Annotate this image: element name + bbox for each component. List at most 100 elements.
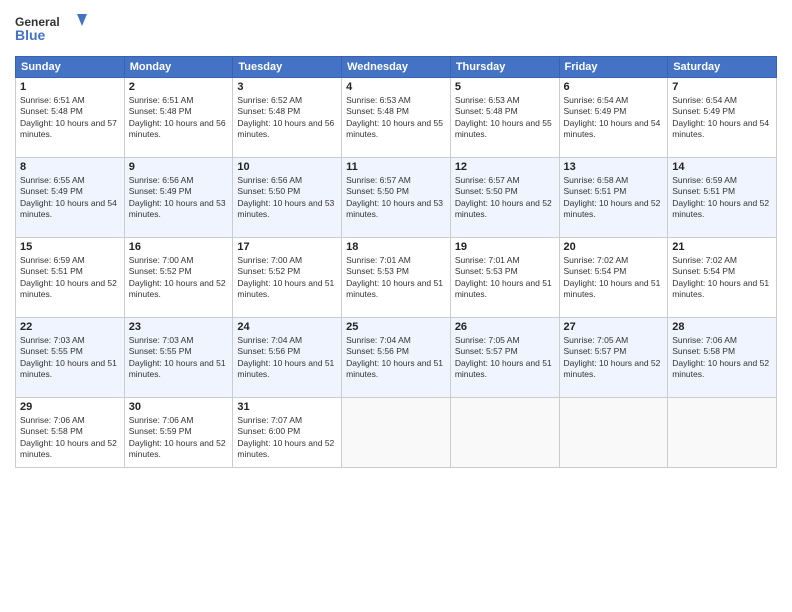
calendar-cell: 11 Sunrise: 6:57 AMSunset: 5:50 PMDayligh… [342, 158, 451, 238]
day-info: Sunrise: 7:03 AMSunset: 5:55 PMDaylight:… [129, 335, 229, 381]
day-number: 17 [237, 241, 337, 253]
calendar-cell: 5 Sunrise: 6:53 AMSunset: 5:48 PMDaylight… [450, 78, 559, 158]
calendar-cell: 19 Sunrise: 7:01 AMSunset: 5:53 PMDayligh… [450, 238, 559, 318]
day-info: Sunrise: 6:51 AMSunset: 5:48 PMDaylight:… [20, 95, 120, 141]
day-number: 23 [129, 321, 229, 333]
calendar-cell: 16 Sunrise: 7:00 AMSunset: 5:52 PMDayligh… [124, 238, 233, 318]
calendar-cell: 7 Sunrise: 6:54 AMSunset: 5:49 PMDaylight… [668, 78, 777, 158]
day-info: Sunrise: 6:53 AMSunset: 5:48 PMDaylight:… [455, 95, 555, 141]
day-number: 31 [237, 401, 337, 413]
calendar-body: 1 Sunrise: 6:51 AMSunset: 5:48 PMDaylight… [16, 78, 777, 468]
weekday-header-row: SundayMondayTuesdayWednesdayThursdayFrid… [16, 57, 777, 78]
calendar-cell: 31 Sunrise: 7:07 AMSunset: 6:00 PMDayligh… [233, 398, 342, 468]
day-number: 4 [346, 81, 446, 93]
day-number: 1 [20, 81, 120, 93]
day-info: Sunrise: 7:05 AMSunset: 5:57 PMDaylight:… [455, 335, 555, 381]
day-info: Sunrise: 6:56 AMSunset: 5:49 PMDaylight:… [129, 175, 229, 221]
day-info: Sunrise: 7:04 AMSunset: 5:56 PMDaylight:… [346, 335, 446, 381]
day-info: Sunrise: 7:05 AMSunset: 5:57 PMDaylight:… [564, 335, 664, 381]
calendar-cell: 29 Sunrise: 7:06 AMSunset: 5:58 PMDayligh… [16, 398, 125, 468]
day-info: Sunrise: 7:02 AMSunset: 5:54 PMDaylight:… [672, 255, 772, 301]
day-number: 9 [129, 161, 229, 173]
calendar-cell: 2 Sunrise: 6:51 AMSunset: 5:48 PMDaylight… [124, 78, 233, 158]
week-row-4: 22 Sunrise: 7:03 AMSunset: 5:55 PMDayligh… [16, 318, 777, 398]
day-info: Sunrise: 6:53 AMSunset: 5:48 PMDaylight:… [346, 95, 446, 141]
calendar-cell: 23 Sunrise: 7:03 AMSunset: 5:55 PMDayligh… [124, 318, 233, 398]
calendar-cell: 18 Sunrise: 7:01 AMSunset: 5:53 PMDayligh… [342, 238, 451, 318]
day-number: 27 [564, 321, 664, 333]
calendar-table: SundayMondayTuesdayWednesdayThursdayFrid… [15, 56, 777, 468]
day-info: Sunrise: 7:00 AMSunset: 5:52 PMDaylight:… [129, 255, 229, 301]
calendar-cell: 3Sunrise: 6:52 AMSunset: 5:48 PMDaylight… [233, 78, 342, 158]
day-info: Sunrise: 6:59 AMSunset: 5:51 PMDaylight:… [20, 255, 120, 301]
day-info: Sunrise: 7:04 AMSunset: 5:56 PMDaylight:… [237, 335, 337, 381]
day-number: 18 [346, 241, 446, 253]
day-number: 15 [20, 241, 120, 253]
day-info: Sunrise: 7:02 AMSunset: 5:54 PMDaylight:… [564, 255, 664, 301]
logo-svg: General Blue [15, 10, 95, 50]
day-number: 22 [20, 321, 120, 333]
day-info: Sunrise: 6:58 AMSunset: 5:51 PMDaylight:… [564, 175, 664, 221]
calendar-cell: 6 Sunrise: 6:54 AMSunset: 5:49 PMDaylight… [559, 78, 668, 158]
day-info: Sunrise: 7:03 AMSunset: 5:55 PMDaylight:… [20, 335, 120, 381]
calendar-cell: 25Sunrise: 7:04 AMSunset: 5:56 PMDayligh… [342, 318, 451, 398]
day-number: 2 [129, 81, 229, 93]
day-number: 10 [237, 161, 337, 173]
day-number: 11 [346, 161, 446, 173]
day-info: Sunrise: 7:06 AMSunset: 5:58 PMDaylight:… [672, 335, 772, 381]
header: General Blue [15, 10, 777, 50]
day-info: Sunrise: 7:01 AMSunset: 5:53 PMDaylight:… [455, 255, 555, 301]
calendar-cell: 26Sunrise: 7:05 AMSunset: 5:57 PMDayligh… [450, 318, 559, 398]
calendar-cell: 21 Sunrise: 7:02 AMSunset: 5:54 PMDayligh… [668, 238, 777, 318]
day-number: 20 [564, 241, 664, 253]
week-row-3: 15 Sunrise: 6:59 AMSunset: 5:51 PMDayligh… [16, 238, 777, 318]
calendar-cell: 4 Sunrise: 6:53 AMSunset: 5:48 PMDaylight… [342, 78, 451, 158]
day-number: 28 [672, 321, 772, 333]
day-number: 14 [672, 161, 772, 173]
weekday-header-tuesday: Tuesday [233, 57, 342, 78]
day-number: 13 [564, 161, 664, 173]
day-info: Sunrise: 7:00 AMSunset: 5:52 PMDaylight:… [237, 255, 337, 301]
week-row-1: 1 Sunrise: 6:51 AMSunset: 5:48 PMDaylight… [16, 78, 777, 158]
day-info: Sunrise: 7:06 AMSunset: 5:58 PMDaylight:… [20, 415, 120, 461]
day-info: Sunrise: 6:59 AMSunset: 5:51 PMDaylight:… [672, 175, 772, 221]
calendar-cell: 8Sunrise: 6:55 AMSunset: 5:49 PMDaylight… [16, 158, 125, 238]
day-info: Sunrise: 6:57 AMSunset: 5:50 PMDaylight:… [346, 175, 446, 221]
day-info: Sunrise: 6:51 AMSunset: 5:48 PMDaylight:… [129, 95, 229, 141]
weekday-header-saturday: Saturday [668, 57, 777, 78]
calendar-cell: 1 Sunrise: 6:51 AMSunset: 5:48 PMDaylight… [16, 78, 125, 158]
weekday-header-thursday: Thursday [450, 57, 559, 78]
calendar-cell [342, 398, 451, 468]
calendar-cell: 28 Sunrise: 7:06 AMSunset: 5:58 PMDayligh… [668, 318, 777, 398]
day-number: 5 [455, 81, 555, 93]
day-info: Sunrise: 7:07 AMSunset: 6:00 PMDaylight:… [237, 415, 337, 461]
calendar-cell: 12Sunrise: 6:57 AMSunset: 5:50 PMDayligh… [450, 158, 559, 238]
day-number: 8 [20, 161, 120, 173]
calendar-cell: 9 Sunrise: 6:56 AMSunset: 5:49 PMDaylight… [124, 158, 233, 238]
calendar-container: General Blue SundayMondayTuesdayWednesda… [0, 0, 792, 612]
day-info: Sunrise: 6:54 AMSunset: 5:49 PMDaylight:… [564, 95, 664, 141]
calendar-cell: 27 Sunrise: 7:05 AMSunset: 5:57 PMDayligh… [559, 318, 668, 398]
day-number: 21 [672, 241, 772, 253]
logo: General Blue [15, 10, 95, 50]
day-info: Sunrise: 7:01 AMSunset: 5:53 PMDaylight:… [346, 255, 446, 301]
calendar-cell [559, 398, 668, 468]
calendar-cell: 22 Sunrise: 7:03 AMSunset: 5:55 PMDayligh… [16, 318, 125, 398]
day-info: Sunrise: 6:54 AMSunset: 5:49 PMDaylight:… [672, 95, 772, 141]
day-number: 19 [455, 241, 555, 253]
day-number: 29 [20, 401, 120, 413]
weekday-header-friday: Friday [559, 57, 668, 78]
calendar-cell [668, 398, 777, 468]
day-number: 24 [237, 321, 337, 333]
calendar-cell: 15 Sunrise: 6:59 AMSunset: 5:51 PMDayligh… [16, 238, 125, 318]
day-number: 7 [672, 81, 772, 93]
day-number: 16 [129, 241, 229, 253]
day-number: 3 [237, 81, 337, 93]
day-number: 6 [564, 81, 664, 93]
weekday-header-wednesday: Wednesday [342, 57, 451, 78]
day-info: Sunrise: 7:06 AMSunset: 5:59 PMDaylight:… [129, 415, 229, 461]
weekday-header-sunday: Sunday [16, 57, 125, 78]
calendar-cell: 10Sunrise: 6:56 AMSunset: 5:50 PMDayligh… [233, 158, 342, 238]
week-row-5: 29 Sunrise: 7:06 AMSunset: 5:58 PMDayligh… [16, 398, 777, 468]
weekday-header-monday: Monday [124, 57, 233, 78]
